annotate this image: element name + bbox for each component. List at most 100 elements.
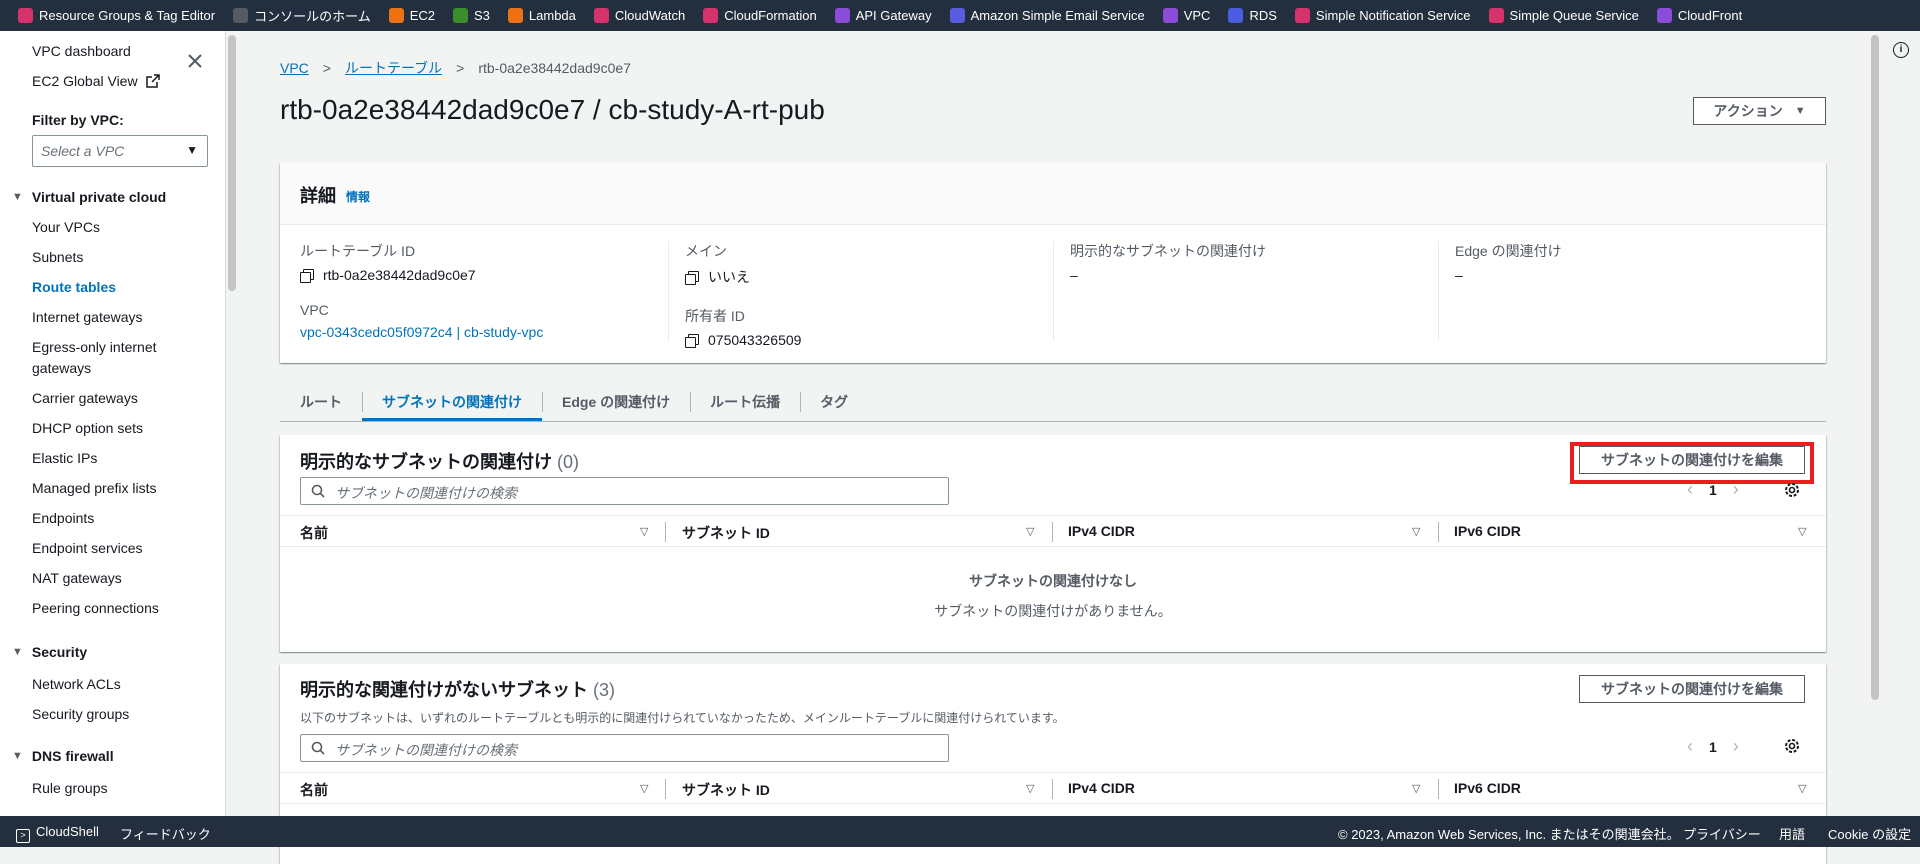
favorite-sqs[interactable]: Simple Queue Service: [1488, 8, 1639, 23]
page-number[interactable]: 1: [1709, 739, 1717, 755]
cloudshell-button[interactable]: > CloudShell: [16, 824, 99, 843]
column-header-ipv4-cidr[interactable]: IPv4 CIDR: [1068, 523, 1135, 539]
sidebar-item-your-vpcs[interactable]: Your VPCs: [32, 219, 100, 235]
tab-edge-associations[interactable]: Edge の関連付け: [542, 388, 690, 421]
sidebar-item-ec2-global-view[interactable]: EC2 Global View: [32, 73, 161, 89]
favorite-ec2[interactable]: EC2: [388, 8, 435, 23]
breadcrumb-route-tables[interactable]: ルートテーブル: [345, 58, 442, 78]
gear-icon[interactable]: [1783, 737, 1801, 755]
column-header-subnet-id[interactable]: サブネット ID: [682, 523, 770, 543]
info-link[interactable]: 情報: [346, 188, 370, 205]
favorite-sns[interactable]: Simple Notification Service: [1294, 8, 1471, 23]
tab-route-propagation[interactable]: ルート伝播: [690, 388, 800, 421]
sidebar-item-route-tables[interactable]: Route tables: [32, 279, 116, 295]
sort-icon[interactable]: ▽: [1798, 782, 1806, 795]
column-header-ipv4-cidr[interactable]: IPv4 CIDR: [1068, 780, 1135, 796]
favorite-cloudwatch[interactable]: CloudWatch: [593, 8, 685, 23]
subnet-association-search-input[interactable]: サブネットの関連付けの検索: [300, 477, 949, 505]
column-header-ipv6-cidr[interactable]: IPv6 CIDR: [1454, 523, 1521, 539]
favorite-resource-groups[interactable]: Resource Groups & Tag Editor: [18, 8, 215, 23]
ec2-icon: [388, 8, 404, 23]
sidebar-item-vpc-dashboard[interactable]: VPC dashboard: [32, 43, 131, 59]
copy-icon[interactable]: [685, 333, 699, 348]
favorite-rds[interactable]: RDS: [1228, 8, 1277, 23]
column-header-name[interactable]: 名前: [300, 780, 328, 800]
sort-icon[interactable]: ▽: [640, 782, 648, 795]
privacy-link[interactable]: プライバシー: [1683, 824, 1761, 843]
info-panel-icon[interactable]: i: [1893, 42, 1909, 58]
sort-icon[interactable]: ▽: [1798, 525, 1806, 538]
vpc-filter-select[interactable]: Select a VPC ▼: [32, 135, 208, 167]
column-divider[interactable]: [1438, 779, 1439, 799]
terms-link[interactable]: 用語: [1779, 824, 1805, 843]
sidebar-scrollbar[interactable]: [228, 35, 236, 291]
sidebar-item-elastic-ips[interactable]: Elastic IPs: [32, 450, 97, 466]
pagination: ‹ 1 ›: [1687, 479, 1739, 500]
sort-icon[interactable]: ▽: [1026, 782, 1034, 795]
column-divider[interactable]: [665, 779, 666, 799]
favorite-vpc[interactable]: VPC: [1162, 8, 1210, 23]
search-placeholder: サブネットの関連付けの検索: [335, 485, 517, 501]
copy-icon[interactable]: [685, 270, 699, 285]
favorite-ses[interactable]: Amazon Simple Email Service: [949, 8, 1145, 23]
edit-subnet-associations-button[interactable]: サブネットの関連付けを編集: [1579, 675, 1805, 703]
chevron-right-icon[interactable]: ›: [1733, 736, 1739, 757]
column-header-name[interactable]: 名前: [300, 523, 328, 543]
search-placeholder: サブネットの関連付けの検索: [335, 742, 517, 758]
details-title: 詳細: [300, 186, 336, 206]
sidebar-item-carrier-gateways[interactable]: Carrier gateways: [32, 390, 138, 406]
favorite-console-home[interactable]: コンソールのホーム: [233, 6, 371, 25]
subnet-association-search-input[interactable]: サブネットの関連付けの検索: [300, 734, 949, 762]
sidebar-item-network-acls[interactable]: Network ACLs: [32, 676, 121, 692]
tab-tags[interactable]: タグ: [800, 388, 868, 421]
favorite-label: Resource Groups & Tag Editor: [39, 8, 216, 23]
breadcrumb-vpc[interactable]: VPC: [280, 60, 309, 76]
close-icon[interactable]: [187, 53, 203, 69]
column-divider[interactable]: [1052, 522, 1053, 542]
sidebar-item-security-groups[interactable]: Security groups: [32, 706, 129, 722]
sidebar-item-dhcp-option-sets[interactable]: DHCP option sets: [32, 420, 143, 436]
column-header-ipv6-cidr[interactable]: IPv6 CIDR: [1454, 780, 1521, 796]
cookie-settings-link[interactable]: Cookie の設定: [1828, 824, 1911, 843]
page-number[interactable]: 1: [1709, 482, 1717, 498]
chevron-left-icon[interactable]: ‹: [1687, 479, 1693, 500]
vpc-link[interactable]: vpc-0343cedc05f0972c4 | cb-study-vpc: [300, 324, 543, 340]
sort-icon[interactable]: ▽: [640, 525, 648, 538]
favorite-cloudfront[interactable]: CloudFront: [1656, 8, 1742, 23]
sidebar-section-dns-firewall[interactable]: ▼ DNS firewall: [12, 748, 114, 764]
chevron-right-icon[interactable]: ›: [1733, 479, 1739, 500]
favorite-api-gateway[interactable]: API Gateway: [834, 8, 932, 23]
sort-icon[interactable]: ▽: [1026, 525, 1034, 538]
tab-routes[interactable]: ルート: [280, 388, 362, 421]
tab-subnet-associations[interactable]: サブネットの関連付け: [362, 388, 542, 421]
sidebar-section-security[interactable]: ▼ Security: [12, 644, 87, 660]
column-header-subnet-id[interactable]: サブネット ID: [682, 780, 770, 800]
chevron-right-icon: >: [322, 60, 331, 76]
sidebar-item-peering-connections[interactable]: Peering connections: [32, 600, 159, 616]
feedback-link[interactable]: フィードバック: [120, 824, 211, 843]
sidebar-item-egress-only-internet[interactable]: Egress-only internet: [32, 339, 157, 355]
gear-icon[interactable]: [1783, 481, 1801, 499]
copy-icon[interactable]: [300, 268, 314, 283]
favorite-lambda[interactable]: Lambda: [507, 8, 576, 23]
sidebar-item-internet-gateways[interactable]: Internet gateways: [32, 309, 143, 325]
sort-icon[interactable]: ▽: [1412, 525, 1420, 538]
chevron-left-icon[interactable]: ‹: [1687, 736, 1693, 757]
sidebar-item-rule-groups[interactable]: Rule groups: [32, 780, 108, 796]
column-divider[interactable]: [665, 522, 666, 542]
sidebar-item-gateways[interactable]: gateways: [32, 360, 91, 376]
sidebar-section-vpc[interactable]: ▼ Virtual private cloud: [12, 189, 166, 205]
column-divider[interactable]: [1052, 779, 1053, 799]
favorite-cloudformation[interactable]: CloudFormation: [703, 8, 817, 23]
sidebar-item-endpoint-services[interactable]: Endpoint services: [32, 540, 143, 556]
main-scrollbar[interactable]: [1871, 35, 1879, 700]
sidebar-item-nat-gateways[interactable]: NAT gateways: [32, 570, 122, 586]
column-divider[interactable]: [1438, 522, 1439, 542]
sort-icon[interactable]: ▽: [1412, 782, 1420, 795]
sidebar-item-managed-prefix-lists[interactable]: Managed prefix lists: [32, 480, 157, 496]
actions-button[interactable]: アクション ▼: [1693, 97, 1826, 125]
favorite-s3[interactable]: S3: [453, 8, 490, 23]
caret-down-icon: ▼: [12, 750, 23, 762]
sidebar-item-endpoints[interactable]: Endpoints: [32, 510, 94, 526]
sidebar-item-subnets[interactable]: Subnets: [32, 249, 83, 265]
